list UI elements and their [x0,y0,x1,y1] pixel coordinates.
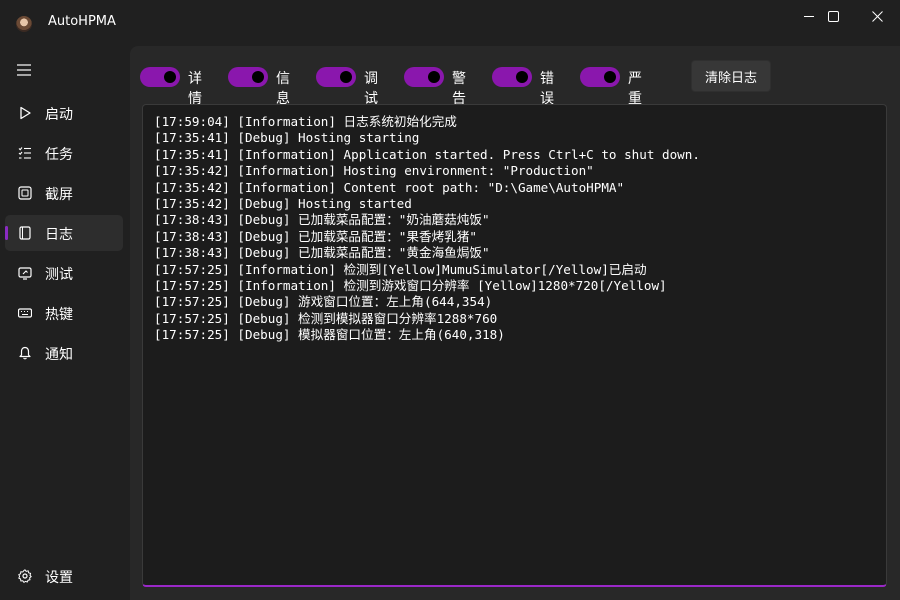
toggle-error[interactable] [492,67,532,87]
log-line: [17:57:25] [Debug] 游戏窗口位置：左上角(644,354) [154,294,493,310]
toggle-knob [604,71,616,83]
log-icon [19,226,31,240]
sidebar-item-label: 测试 [45,267,73,283]
sidebar-item-label: 截屏 [45,187,73,203]
log-line: [17:35:42] [Information] Hosting environ… [154,163,594,179]
log-line: [17:57:25] [Debug] 检测到模拟器窗口分辨率1288*760 [154,310,498,326]
sidebar-item-label: 设置 [45,570,73,586]
toggle-knob [340,71,352,83]
log-line: [17:38:43] [Debug] 已加载菜品配置："黄金海鱼焗饭" [154,245,490,261]
toggle-label-critical: 严重 [628,71,642,107]
sidebar-item-label: 启动 [45,107,73,123]
toggle-knob [516,71,528,83]
log-line: [17:38:43] [Debug] 已加载菜品配置："奶油蘑菇炖饭" [154,212,490,228]
hamburger-menu-button[interactable] [16,62,32,76]
sidebar-item-label: 通知 [45,347,73,363]
app-logo-icon [16,16,32,32]
sidebar-item-test[interactable]: 测试 [5,255,123,291]
toggle-label-verbose: 详情 [188,71,202,107]
log-line: [17:57:25] [Debug] 模拟器窗口位置：左上角(640,318) [154,327,505,343]
sidebar-item-label: 任务 [45,147,73,163]
bell-icon [19,346,31,360]
toggle-info[interactable] [228,67,268,87]
sidebar-item-screenshot[interactable]: 截屏 [5,175,123,211]
toggle-label-info: 信息 [276,71,290,107]
title-bar: AutoHPMA [0,0,900,46]
log-output[interactable]: [17:59:04] [Information] 日志系统初始化完成 [17:3… [142,104,887,587]
gear-icon [18,569,32,583]
close-icon [871,10,883,22]
hamburger-icon [17,64,31,76]
toggle-warning[interactable] [404,67,444,87]
task-list-icon [18,147,31,159]
sidebar-item-settings[interactable]: 设置 [5,558,123,594]
sidebar-item-log[interactable]: 日志 [5,215,123,251]
maximize-icon [827,10,839,22]
log-line: [17:57:25] [Information] 检测到[Yellow]Mumu… [154,261,647,277]
log-line: [17:35:41] [Debug] Hosting starting [154,130,420,146]
toggle-critical[interactable] [580,67,620,87]
log-line: [17:57:25] [Information] 检测到游戏窗口分辨率 [Yel… [154,278,667,294]
sidebar-item-start[interactable]: 启动 [5,95,123,131]
toggle-debug[interactable] [316,67,356,87]
log-line: [17:38:43] [Debug] 已加载菜品配置："果香烤乳猪" [154,228,477,244]
sidebar-item-label: 热键 [45,307,73,323]
selection-indicator [5,226,8,240]
toggle-knob [428,71,440,83]
close-button[interactable] [854,0,900,32]
sidebar-item-label: 日志 [45,227,73,243]
log-line: [17:35:41] [Information] Application sta… [154,146,700,162]
test-icon [18,267,32,280]
app-title: AutoHPMA [48,14,116,29]
log-line: [17:59:04] [Information] 日志系统初始化完成 [154,114,457,129]
app-window: AutoHPMA 启动 任务 截屏 日志 测试 热键 通知 设置 详情 信息 调… [0,0,900,600]
play-icon [20,106,31,120]
log-line: [17:35:42] [Debug] Hosting started [154,196,412,212]
screenshot-icon [18,186,32,200]
maximize-button[interactable] [810,0,856,32]
toggle-label-debug: 调试 [364,71,378,107]
toggle-label-warning: 警告 [452,71,466,107]
sidebar-item-notifications[interactable]: 通知 [5,335,123,371]
sidebar: 启动 任务 截屏 日志 测试 热键 通知 设置 [0,46,130,600]
toggle-knob [164,71,176,83]
keyboard-icon [18,308,32,318]
sidebar-item-tasks[interactable]: 任务 [5,135,123,171]
toggle-verbose[interactable] [140,67,180,87]
log-line: [17:35:42] [Information] Content root pa… [154,179,625,195]
log-page: 详情 信息 调试 警告 错误 严重 清除日志 [17:59:04] [Infor… [130,46,900,600]
toggle-knob [252,71,264,83]
sidebar-item-hotkeys[interactable]: 热键 [5,295,123,331]
clear-log-button[interactable]: 清除日志 [691,60,771,92]
toggle-label-error: 错误 [540,71,554,107]
